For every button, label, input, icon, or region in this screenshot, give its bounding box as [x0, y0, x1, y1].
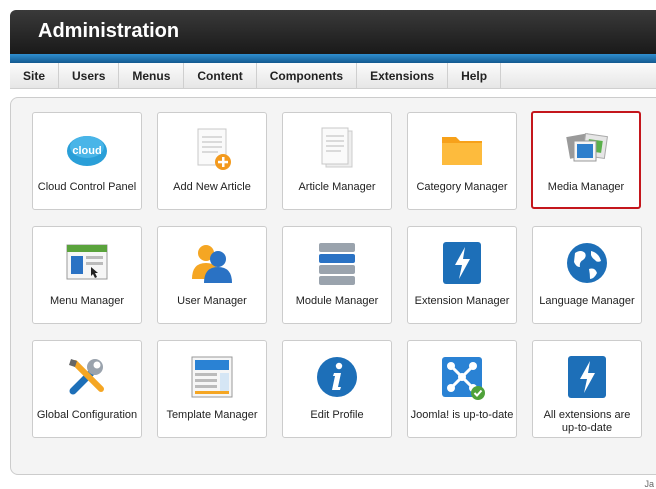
tile-user-manager[interactable]: User Manager: [157, 226, 267, 324]
tile-menu-manager[interactable]: Menu Manager: [32, 226, 142, 324]
tile-article-manager[interactable]: Article Manager: [282, 112, 392, 210]
tile-joomla-up-to-date[interactable]: Joomla! is up-to-date: [407, 340, 517, 438]
tools-icon: [69, 359, 104, 395]
tile-label: Extension Manager: [414, 295, 510, 307]
tile-label: Cloud Control Panel: [37, 181, 137, 193]
media-icon: [566, 133, 608, 162]
menu-content[interactable]: Content: [184, 63, 257, 89]
tile-edit-profile[interactable]: Edit Profile: [282, 340, 392, 438]
menu-menus[interactable]: Menus: [119, 63, 185, 89]
tile-label: Menu Manager: [50, 295, 124, 307]
tile-label: Joomla! is up-to-date: [410, 409, 514, 421]
tile-template-manager[interactable]: Template Manager: [157, 340, 267, 438]
quick-icons-panel: cloud Cloud Control Panel Add New Articl…: [10, 97, 656, 475]
tile-label: Article Manager: [298, 181, 376, 193]
tile-label: Media Manager: [547, 181, 625, 193]
tile-all-extensions-up-to-date[interactable]: All extensions are up-to-date: [532, 340, 642, 438]
info-icon: [317, 357, 357, 397]
tile-label: Template Manager: [166, 409, 258, 421]
tile-label: Module Manager: [295, 295, 379, 307]
extension-icon: [443, 242, 481, 284]
admin-header: Administration: [10, 10, 656, 60]
page-title: Administration: [38, 20, 180, 42]
tile-label: Language Manager: [539, 295, 635, 307]
tile-global-configuration[interactable]: Global Configuration: [32, 340, 142, 438]
menu-site[interactable]: Site: [10, 63, 60, 89]
tile-media-manager[interactable]: Media Manager: [531, 111, 641, 209]
joomla-icon: [442, 357, 485, 400]
globe-icon: [567, 243, 607, 283]
bolt-icon: [568, 356, 606, 398]
corner-text: Ja: [644, 479, 654, 489]
tile-label: All extensions are up-to-date: [543, 409, 631, 434]
header-stripe: [10, 54, 656, 63]
svg-text:cloud: cloud: [72, 145, 101, 157]
menu-users[interactable]: Users: [59, 63, 120, 89]
users-icon: [192, 245, 232, 283]
folder-icon: [442, 137, 482, 165]
tile-cloud-control-panel[interactable]: cloud Cloud Control Panel: [32, 112, 142, 210]
tile-module-manager[interactable]: Module Manager: [282, 226, 392, 324]
add-article-icon: [197, 128, 231, 170]
cloud-icon: cloud: [67, 136, 107, 166]
tile-add-new-article[interactable]: Add New Article: [157, 112, 267, 210]
menu-extensions[interactable]: Extensions: [357, 63, 449, 89]
menu-components[interactable]: Components: [257, 63, 358, 89]
tile-label: Add New Article: [173, 181, 251, 193]
tile-language-manager[interactable]: Language Manager: [532, 226, 642, 324]
tile-label: Edit Profile: [310, 409, 364, 421]
tile-category-manager[interactable]: Category Manager: [407, 112, 517, 210]
tile-label: Category Manager: [416, 181, 508, 193]
tile-label: User Manager: [177, 295, 247, 307]
tile-label: Global Configuration: [36, 409, 138, 421]
tile-extension-manager[interactable]: Extension Manager: [407, 226, 517, 324]
menu-icon: [66, 244, 108, 280]
main-menubar: Site Users Menus Content Components Exte…: [10, 63, 656, 89]
template-icon: [191, 356, 233, 398]
article-icon: [321, 127, 353, 168]
menu-help[interactable]: Help: [448, 63, 502, 89]
module-icon: [319, 243, 355, 285]
